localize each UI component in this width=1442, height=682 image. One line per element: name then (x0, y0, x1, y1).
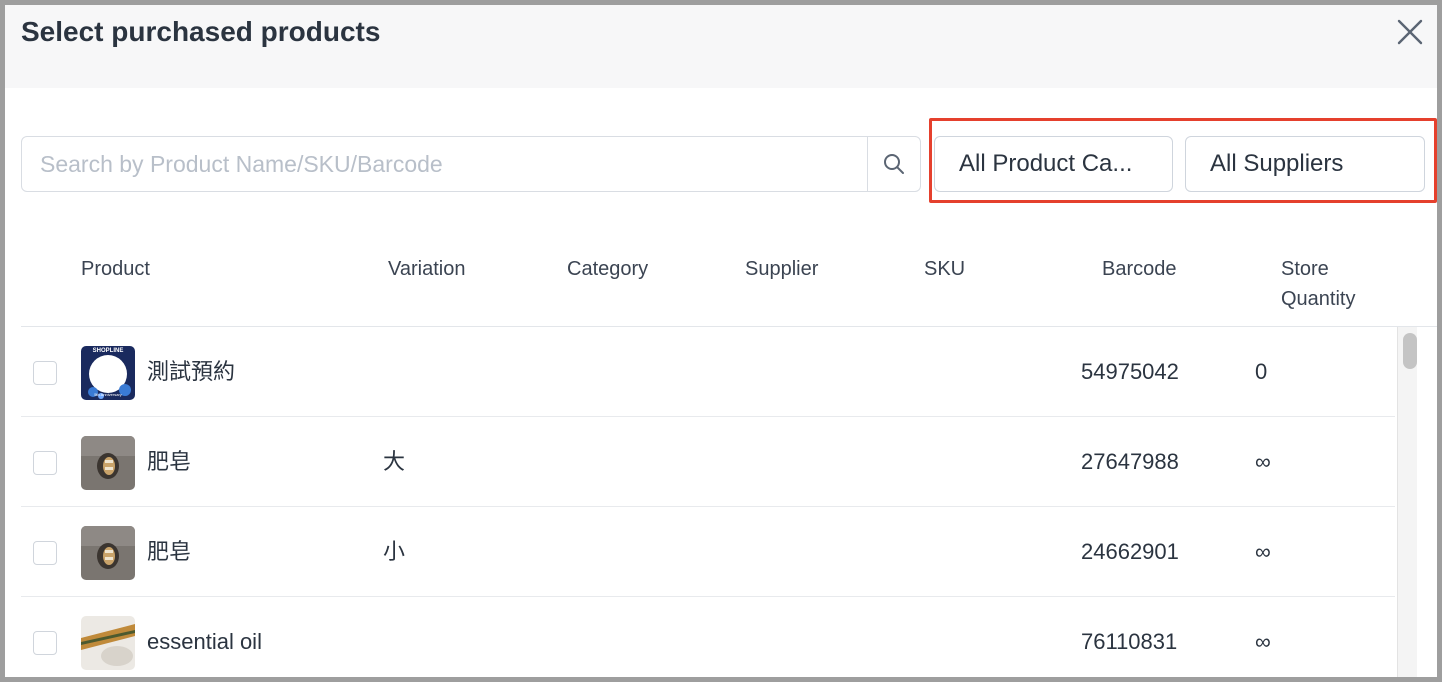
product-variation: 大 (383, 449, 406, 474)
modal-title: Select purchased products (21, 16, 381, 47)
product-store-quantity: ∞ (1255, 629, 1271, 654)
column-header-product: Product (81, 258, 150, 280)
column-header-store-quantity: Store Quantity (1281, 254, 1355, 314)
close-icon[interactable] (1395, 17, 1425, 47)
product-barcode: 54975042 (1081, 359, 1179, 384)
product-store-quantity: ∞ (1255, 449, 1271, 474)
store-quantity-line2: Quantity (1281, 288, 1356, 310)
column-header-variation: Variation (388, 258, 466, 280)
soap-photo-thumbnail (81, 436, 135, 490)
product-name: essential oil (147, 629, 262, 654)
search-icon (884, 154, 904, 174)
table-row[interactable]: 肥皂 小 24662901 ∞ (21, 507, 1395, 597)
oil-photo-thumbnail (81, 616, 135, 670)
scrollbar-thumb[interactable] (1403, 333, 1417, 369)
row-checkbox[interactable] (33, 541, 57, 565)
logo-text-top: SHOPLINE (92, 348, 124, 354)
column-header-barcode: Barcode (1102, 258, 1177, 280)
category-filter-dropdown[interactable]: All Product Ca... (934, 136, 1173, 192)
product-barcode: 24662901 (1081, 539, 1179, 564)
table-row[interactable]: SHOPLINE 5th Anniversary 測試預約 54975042 0 (21, 327, 1395, 417)
soap-photo-thumbnail (81, 526, 135, 580)
table-row[interactable]: 肥皂 大 27647988 ∞ (21, 417, 1395, 507)
product-store-quantity: ∞ (1255, 539, 1271, 564)
product-name: 肥皂 (147, 539, 192, 564)
scrollbar-track[interactable] (1397, 327, 1417, 677)
product-barcode: 76110831 (1081, 629, 1178, 654)
select-products-modal: Select purchased products All Product Ca… (5, 5, 1437, 677)
row-checkbox[interactable] (33, 631, 57, 655)
modal-header: Select purchased products (5, 5, 1437, 88)
product-barcode: 27647988 (1081, 449, 1179, 474)
logo-text-bottom: 5th Anniversary (94, 392, 122, 397)
search-button[interactable] (868, 137, 920, 191)
product-name: 肥皂 (147, 449, 192, 474)
search-box (21, 136, 921, 192)
store-quantity-line1: Store (1281, 258, 1329, 280)
product-store-quantity: 0 (1255, 359, 1268, 384)
column-header-supplier: Supplier (745, 258, 819, 280)
product-name: 測試預約 (147, 359, 236, 384)
column-header-category: Category (567, 258, 649, 280)
column-header-sku: SKU (924, 258, 966, 280)
row-checkbox[interactable] (33, 451, 57, 475)
row-checkbox[interactable] (33, 361, 57, 385)
table-row[interactable]: essential oil 76110831 ∞ (21, 597, 1395, 677)
supplier-filter-dropdown[interactable]: All Suppliers (1185, 136, 1425, 192)
search-input[interactable] (22, 137, 866, 191)
product-variation: 小 (383, 539, 406, 564)
shopline-logo-thumbnail: SHOPLINE 5th Anniversary (81, 346, 135, 400)
